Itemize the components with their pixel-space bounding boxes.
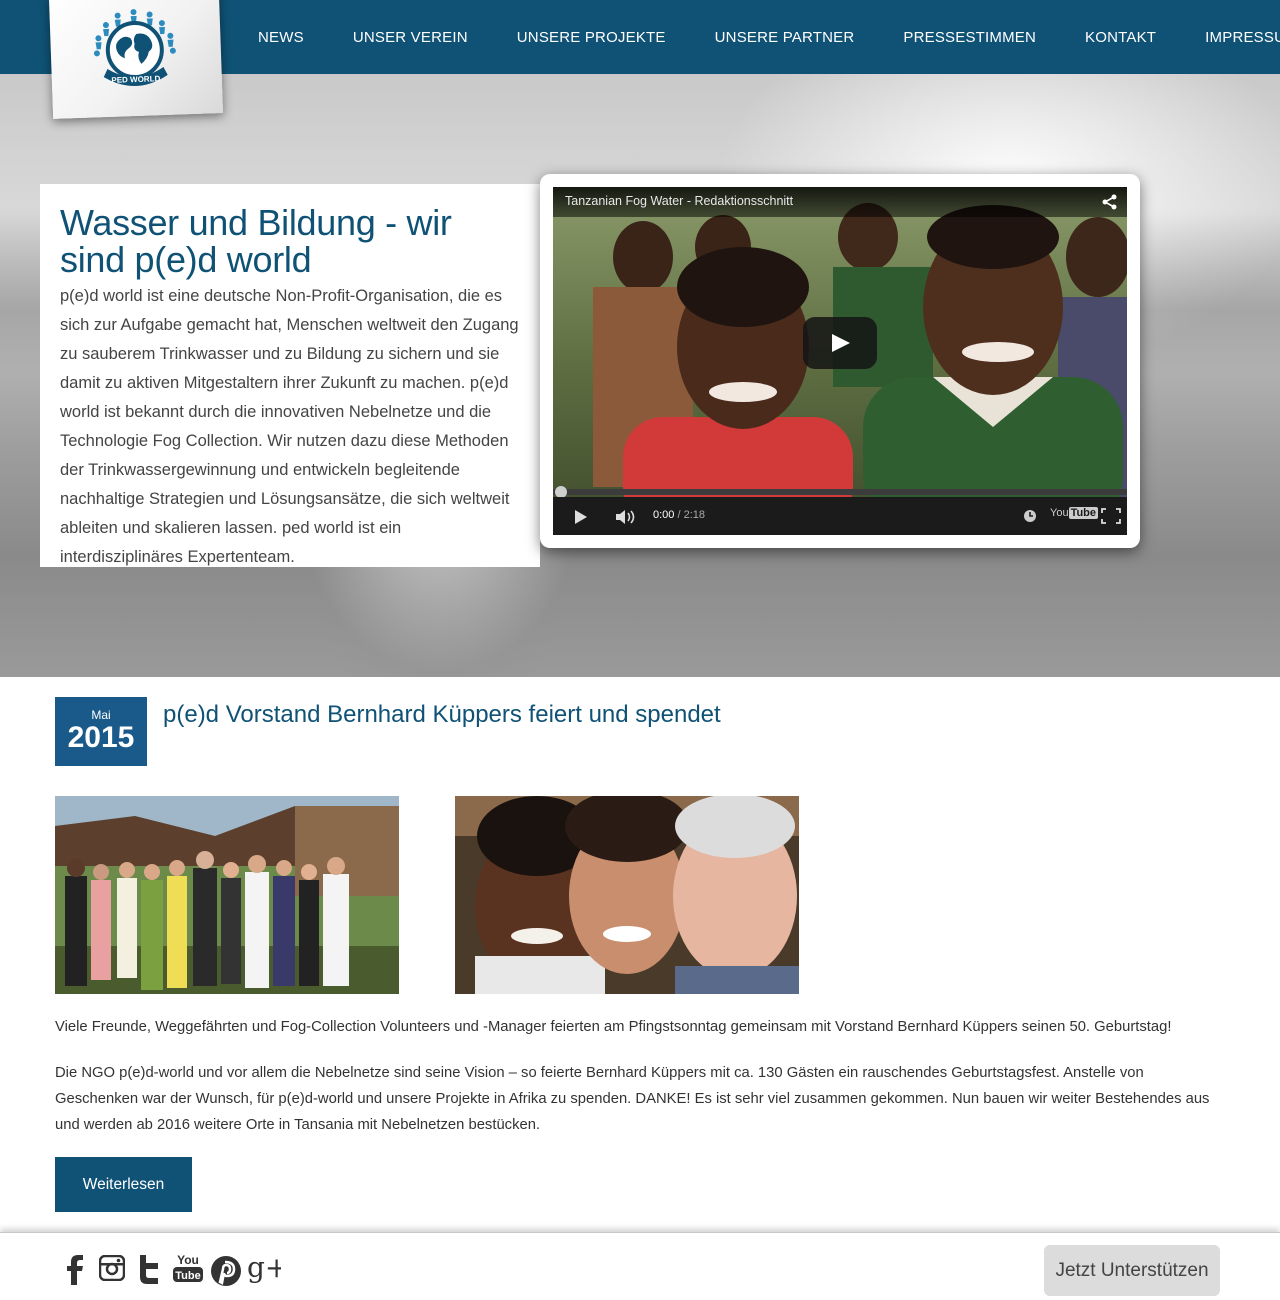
post-paragraph-2: Die NGO p(e)d-world und vor allem die Ne… (55, 1065, 1210, 1133)
hero-intro-card: Wasser und Bildung - wir sind p(e)d worl… (40, 184, 540, 567)
volume-icon[interactable] (614, 508, 636, 526)
footer-bar: You Tube g+ Jetzt Unterstützen (0, 1232, 1280, 1300)
video-embed-frame: Tanzanian Fog Water - Redaktionsschnitt … (540, 174, 1140, 548)
youtube-logo[interactable]: You Tube (1050, 507, 1099, 519)
youtube-logo-tube: Tube (1068, 507, 1099, 519)
video-time: 0:00 / 2:18 (653, 509, 705, 521)
globe-logo-icon: PED WORLD (93, 9, 176, 87)
twitter-icon[interactable] (138, 1255, 162, 1285)
pinterest-icon[interactable] (210, 1255, 242, 1287)
read-more-button[interactable]: Weiterlesen (55, 1157, 192, 1212)
support-button[interactable]: Jetzt Unterstützen (1044, 1245, 1220, 1296)
instagram-icon[interactable] (99, 1255, 125, 1281)
youtube-icon-you: You (177, 1253, 199, 1267)
facebook-icon[interactable] (66, 1255, 84, 1285)
post-date-month: Mai (91, 708, 111, 722)
video-player[interactable]: Tanzanian Fog Water - Redaktionsschnitt … (553, 187, 1127, 535)
video-progress-bar[interactable] (553, 486, 1127, 498)
main-nav: NEWS UNSER VEREIN UNSERE PROJEKTE UNSERE… (258, 0, 1280, 74)
share-icon[interactable] (1101, 193, 1119, 211)
logo[interactable]: PED WORLD (48, 0, 224, 119)
nav-item-unsere-projekte[interactable]: UNSERE PROJEKTE (517, 29, 666, 46)
nav-item-unser-verein[interactable]: UNSER VEREIN (353, 29, 468, 46)
play-button[interactable] (803, 317, 877, 369)
clock-icon[interactable] (1023, 509, 1037, 523)
video-duration: / 2:18 (677, 509, 706, 521)
video-controls: 0:00 / 2:18 You Tube (553, 497, 1127, 535)
nav-item-unsere-partner[interactable]: UNSERE PARTNER (715, 29, 855, 46)
video-title[interactable]: Tanzanian Fog Water - Redaktionsschnitt (565, 194, 793, 208)
hero-body-text: p(e)d world ist eine deutsche Non-Profit… (60, 287, 519, 566)
youtube-icon-tube: Tube (175, 1270, 200, 1282)
post-photo-group[interactable] (55, 796, 399, 994)
hero-title: Wasser und Bildung - wir sind p(e)d worl… (60, 202, 452, 280)
googleplus-icon-text: g+ (247, 1253, 281, 1283)
youtube-logo-you: You (1050, 507, 1069, 519)
post-date-year: 2015 (67, 721, 135, 754)
nav-item-impressum[interactable]: IMPRESSUM (1205, 29, 1280, 46)
post-paragraph-1: Viele Freunde, Weggefährten und Fog-Coll… (55, 1019, 1172, 1035)
youtube-icon[interactable]: You Tube (172, 1251, 204, 1285)
video-current-time: 0:00 (653, 509, 675, 521)
video-title-bar: Tanzanian Fog Water - Redaktionsschnitt (553, 187, 1127, 217)
group-photo-image (55, 796, 399, 994)
play-small-icon[interactable] (573, 509, 589, 525)
post-date-badge: Mai 2015 (55, 697, 147, 766)
logo-text: PED WORLD (111, 74, 160, 85)
nav-item-pressestimmen[interactable]: PRESSESTIMMEN (903, 29, 1036, 46)
post-photo-selfie[interactable] (455, 796, 799, 994)
googleplus-icon[interactable]: g+ (247, 1253, 281, 1283)
play-icon (832, 334, 850, 352)
nav-item-news[interactable]: NEWS (258, 29, 304, 46)
fullscreen-icon[interactable] (1101, 508, 1121, 524)
nav-item-kontakt[interactable]: KONTAKT (1085, 29, 1156, 46)
post-title[interactable]: p(e)d Vorstand Bernhard Küppers feiert u… (163, 701, 721, 729)
selfie-photo-image (455, 796, 799, 994)
